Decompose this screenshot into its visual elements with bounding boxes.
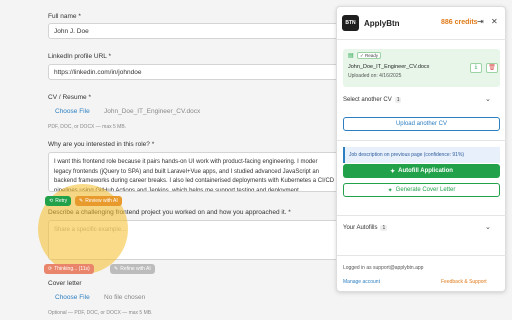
cover-file-name: No file chosen (104, 294, 146, 301)
autofill-label: Autofill Application (398, 168, 453, 174)
divider (337, 140, 507, 141)
full-name-input[interactable]: John J. Doe (48, 23, 338, 39)
retry-button[interactable]: ⟲ Retry (45, 196, 72, 206)
cover-letter-label: Generate Cover Letter (395, 187, 456, 193)
select-cv-count: 1 (394, 97, 402, 103)
cover-letter-label: Cover letter (48, 280, 82, 287)
your-autofills-label: Your Autofills (343, 225, 378, 231)
delete-icon[interactable]: 🗑 (486, 63, 498, 73)
job-description-notice: Job description on previous page (confid… (343, 147, 500, 163)
sparkle-icon: ✦ (390, 168, 396, 175)
autofill-application-button[interactable]: ✦ Autofill Application (343, 164, 500, 178)
your-autofills-row[interactable]: Your Autofills 1 (343, 225, 388, 231)
feedback-support-link[interactable]: Feedback & Support (441, 279, 487, 285)
applybtn-panel: BTN ApplyBtn 886 credits ⇥ ✕ ▤ ✓ Ready J… (336, 6, 507, 292)
thinking-button[interactable]: ⟳ Thinking... (11s) (44, 264, 94, 274)
cover-hint: Optional — PDF, DOC, or DOCX — max 5 MB. (48, 310, 153, 316)
spinner-icon: ⟳ (48, 266, 53, 272)
document-icon: ▤ (348, 53, 354, 59)
refine-with-ai-button[interactable]: ✎ Refine with AI (110, 264, 155, 274)
retry-label: Retry (55, 198, 68, 204)
cv-hint: PDF, DOC, or DOCX — max 5 MB. (48, 124, 127, 130)
manage-account-link[interactable]: Manage account (343, 279, 380, 285)
linkedin-label: LinkedIn profile URL * (48, 53, 111, 60)
cover-choose-file-button[interactable]: Choose File (55, 294, 90, 301)
applybtn-logo: BTN (342, 15, 359, 31)
divider (337, 215, 507, 216)
select-another-cv-row[interactable]: Select another CV 1 (343, 97, 402, 103)
full-name-label: Full name * (48, 13, 81, 20)
divider (337, 255, 507, 256)
ready-badge: ✓ Ready (357, 52, 382, 59)
generate-cover-letter-button[interactable]: ✦ Generate Cover Letter (343, 183, 500, 197)
autofills-count: 1 (380, 225, 388, 231)
sparkle-icon: ✦ (387, 187, 393, 194)
sparkle-icon: ✎ (79, 198, 84, 204)
select-cv-label: Select another CV (343, 97, 392, 103)
brand-name: ApplyBtn (364, 19, 400, 28)
chevron-down-icon[interactable]: ⌄ (485, 95, 491, 103)
cv-uploaded-date: Uploaded on: 4/16/2025 (348, 73, 402, 79)
thinking-label: Thinking... (11s) (54, 266, 90, 272)
sparkle-icon: ✎ (114, 266, 119, 272)
logged-in-text: Logged in as support@applybtn.app (343, 265, 424, 271)
refine-with-ai-label: Refine with AI (120, 266, 151, 272)
why-label: Why are you interested in this role? * (48, 141, 155, 148)
cv-name: John_Doe_IT_Engineer_CV.docx (348, 64, 430, 70)
cv-choose-file-button[interactable]: Choose File (55, 108, 90, 115)
current-cv-card: ▤ ✓ Ready John_Doe_IT_Engineer_CV.docx U… (343, 49, 500, 87)
chevron-down-icon[interactable]: ⌄ (485, 223, 491, 231)
download-icon[interactable]: ⤓ (470, 63, 482, 73)
cv-file-name: John_Doe_IT_Engineer_CV.docx (104, 108, 201, 115)
upload-another-cv-button[interactable]: Upload another CV (343, 117, 500, 131)
divider (337, 39, 507, 40)
logout-icon[interactable]: ⇥ (477, 17, 484, 26)
close-icon[interactable]: ✕ (491, 17, 498, 26)
credits-count: 886 credits (441, 19, 478, 26)
review-with-ai-label: Review with AI (85, 198, 118, 204)
linkedin-input[interactable]: https://linkedin.com/in/johndoe (48, 64, 338, 80)
refresh-icon: ⟲ (49, 198, 54, 204)
review-with-ai-button[interactable]: ✎ Review with AI (75, 196, 122, 206)
cv-label: CV / Resume * (48, 94, 91, 101)
